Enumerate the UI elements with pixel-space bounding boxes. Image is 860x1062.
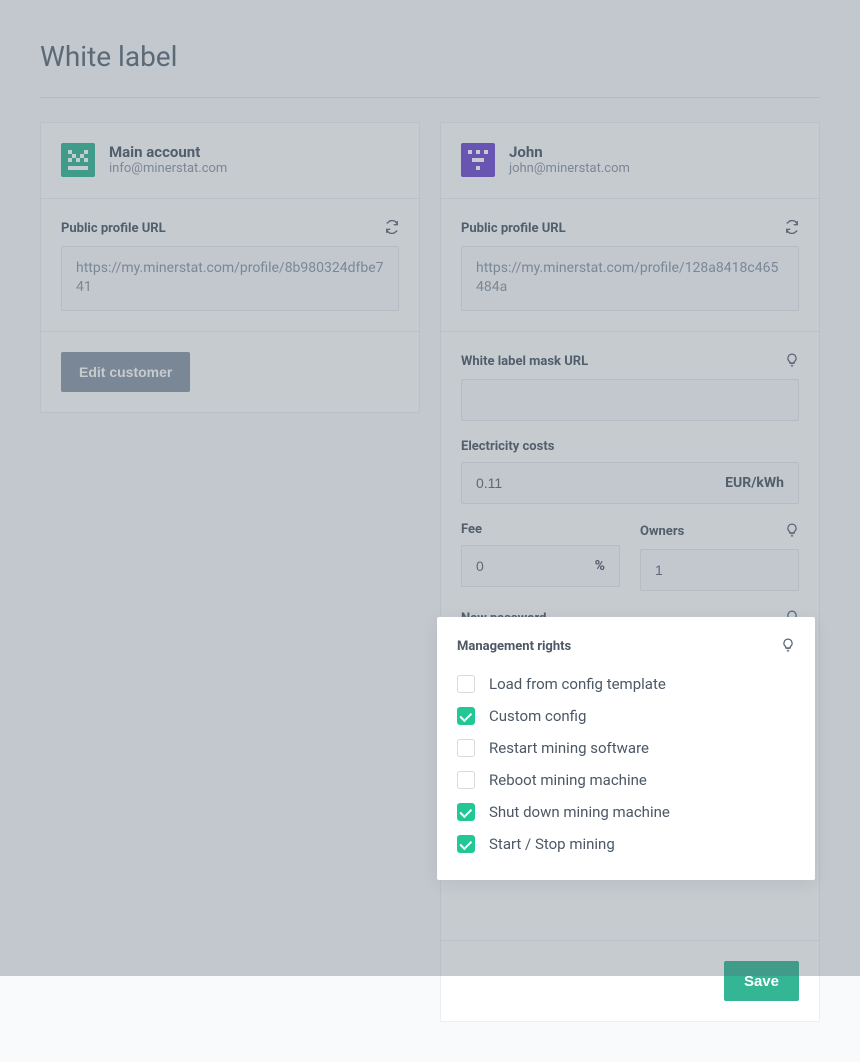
bulb-icon[interactable] [781,637,795,656]
checkbox[interactable] [457,803,475,821]
rights-item-label: Start / Stop mining [489,835,615,853]
rights-item[interactable]: Start / Stop mining [457,828,795,860]
rights-item[interactable]: Load from config template [457,668,795,700]
rights-item[interactable]: Reboot mining machine [457,764,795,796]
electricity-input[interactable] [461,462,711,504]
rights-item-label: Reboot mining machine [489,771,647,789]
owners-input[interactable] [640,549,799,591]
avatar [61,143,95,177]
rights-item[interactable]: Shut down mining machine [457,796,795,828]
account-email: info@minerstat.com [109,161,227,178]
management-rights-title: Management rights [457,639,571,654]
checkbox[interactable] [457,771,475,789]
save-button[interactable]: Save [724,961,799,1001]
bulb-icon[interactable] [785,352,799,371]
divider [40,97,820,98]
fee-unit: % [581,545,620,587]
management-rights-panel: Management rights Load from config templ… [437,617,815,880]
rights-item-label: Custom config [489,707,586,725]
account-name: John [509,143,630,161]
electricity-unit: EUR/kWh [711,462,799,504]
owners-label: Owners [640,524,684,539]
customer-card: John john@minerstat.com Public profile U… [440,122,820,1022]
avatar [461,143,495,177]
mask-url-label: White label mask URL [461,354,588,369]
edit-customer-button[interactable]: Edit customer [61,352,190,392]
fee-label: Fee [461,522,482,537]
public-url-value[interactable]: https://my.minerstat.com/profile/8b98032… [61,246,399,311]
fee-input[interactable] [461,545,581,587]
main-account-card: Main account info@minerstat.com Public p… [40,122,420,413]
mask-url-input[interactable] [461,379,799,421]
rights-item[interactable]: Custom config [457,700,795,732]
rights-item-label: Shut down mining machine [489,803,670,821]
public-url-label: Public profile URL [461,221,566,236]
checkbox[interactable] [457,739,475,757]
public-url-label: Public profile URL [61,221,166,236]
checkbox[interactable] [457,707,475,725]
account-email: john@minerstat.com [509,161,630,178]
checkbox[interactable] [457,675,475,693]
refresh-icon[interactable] [385,219,399,238]
rights-item-label: Load from config template [489,675,666,693]
refresh-icon[interactable] [785,219,799,238]
page-title: White label [40,40,820,73]
public-url-value[interactable]: https://my.minerstat.com/profile/128a841… [461,246,799,311]
electricity-label: Electricity costs [461,439,554,454]
rights-item[interactable]: Restart mining software [457,732,795,764]
checkbox[interactable] [457,835,475,853]
account-name: Main account [109,143,227,161]
rights-item-label: Restart mining software [489,739,649,757]
bulb-icon[interactable] [785,522,799,541]
